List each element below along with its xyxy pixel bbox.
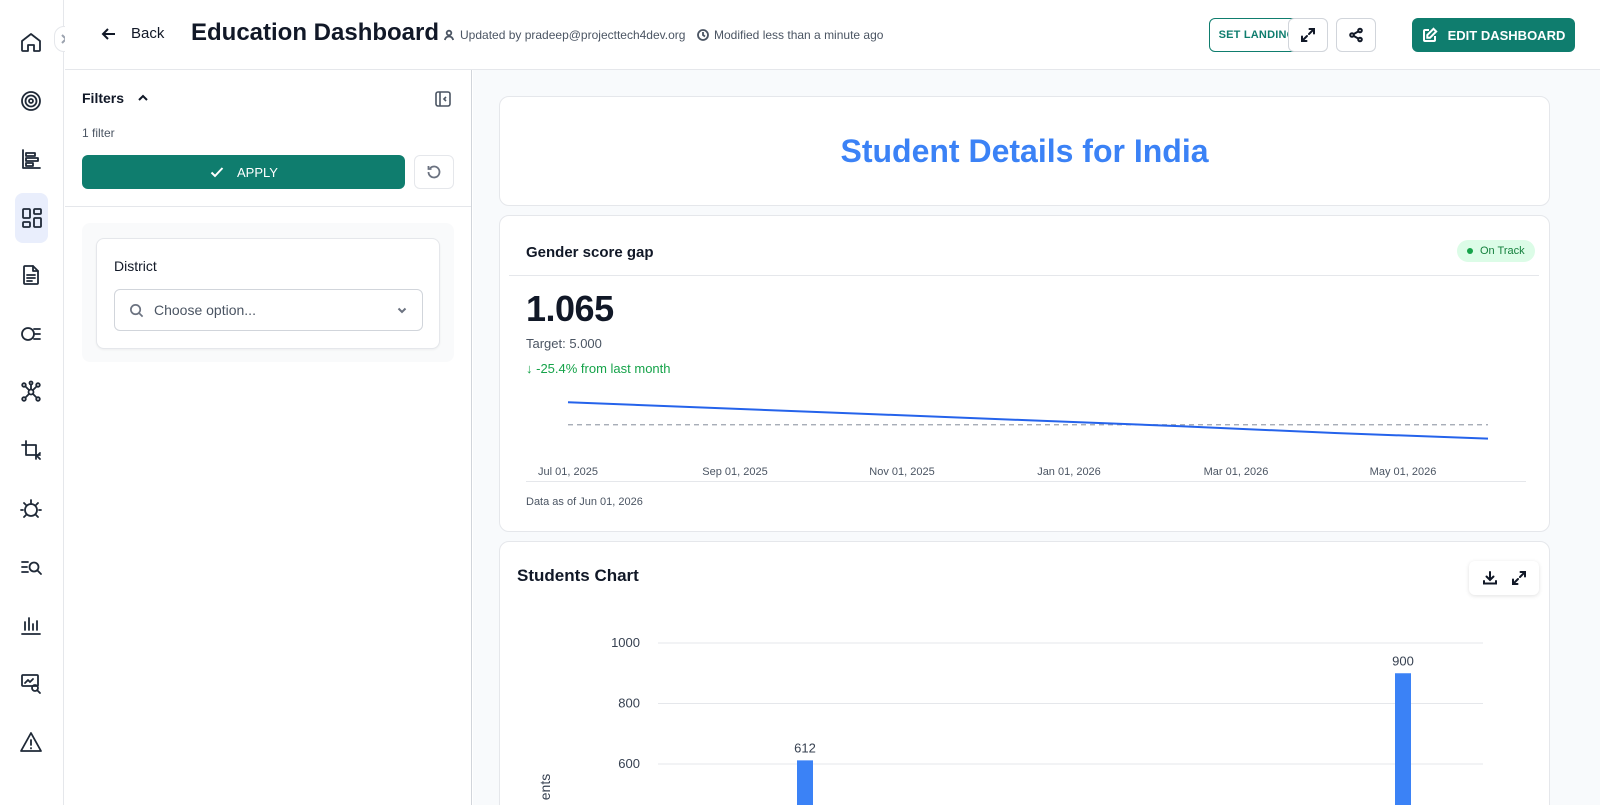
- search-icon: [130, 303, 144, 317]
- kpi-change: ↓ -25.4% from last month: [526, 361, 671, 376]
- hero-title: Student Details for India: [840, 132, 1209, 169]
- home-icon[interactable]: [15, 26, 47, 58]
- y-axis-label: ents: [537, 774, 553, 800]
- panel-collapse-icon: [435, 91, 451, 107]
- bar: [797, 760, 813, 805]
- chevron-up-icon: [138, 94, 148, 101]
- clock-icon: [697, 29, 709, 41]
- kpi-target: Target: 5.000: [526, 336, 602, 351]
- reset-filters-button[interactable]: [414, 155, 454, 189]
- x-tick-label: Mar 01, 2026: [1204, 466, 1269, 478]
- chart-list-icon[interactable]: [15, 143, 47, 175]
- bug-icon[interactable]: [15, 493, 47, 525]
- divider: [509, 275, 1539, 276]
- divider: [526, 481, 1526, 482]
- expand-icon[interactable]: [1511, 570, 1527, 586]
- warning-icon[interactable]: [15, 726, 47, 758]
- share-button[interactable]: [1336, 18, 1376, 52]
- check-icon: [210, 167, 224, 178]
- kpi-data-as-of: Data as of Jun 01, 2026: [526, 496, 643, 508]
- filter-count: 1 filter: [82, 126, 115, 140]
- status-label: On Track: [1480, 245, 1525, 257]
- bar-data-label: 900: [1392, 653, 1414, 668]
- kpi-title: Gender score gap: [526, 244, 654, 261]
- students-chart-card: Students Chart 1000 800 600 ents 612 900: [499, 541, 1550, 805]
- heading-card: Student Details for India: [499, 96, 1550, 206]
- district-select[interactable]: Choose option...: [114, 289, 423, 331]
- filters-panel: Filters 1 filter APPLY District Choose o…: [65, 70, 472, 805]
- x-tick-label: Sep 01, 2025: [702, 466, 767, 478]
- x-tick-label: May 01, 2026: [1370, 466, 1437, 478]
- pipeline-icon[interactable]: [15, 318, 47, 350]
- kpi-value: 1.065: [526, 288, 614, 329]
- download-icon[interactable]: [1482, 570, 1498, 586]
- document-icon[interactable]: [15, 259, 47, 291]
- reset-icon: [427, 165, 441, 179]
- back-button[interactable]: Back: [101, 25, 164, 42]
- edit-icon: [1422, 27, 1438, 42]
- divider: [65, 206, 471, 207]
- bar-chart-icon[interactable]: [15, 609, 47, 641]
- y-tick-label: 600: [618, 756, 640, 771]
- search-list-icon[interactable]: [15, 551, 47, 583]
- edit-dashboard-button[interactable]: EDIT DASHBOARD: [1412, 18, 1575, 52]
- user-icon: [443, 29, 455, 41]
- kpi-trend-chart: Jul 01, 2025 Sep 01, 2025 Nov 01, 2025 Jan …: [538, 401, 1489, 478]
- x-tick-label: Jul 01, 2025: [538, 466, 598, 478]
- collapse-panel-button[interactable]: [434, 90, 452, 108]
- transform-icon[interactable]: [15, 434, 47, 466]
- edit-dashboard-label: EDIT DASHBOARD: [1447, 27, 1566, 43]
- chart-toolbar: [1469, 561, 1539, 595]
- status-dot: [1467, 248, 1473, 254]
- bar-data-label: 612: [794, 740, 816, 755]
- dashboard-icon[interactable]: [15, 193, 48, 243]
- bar: [1395, 673, 1411, 805]
- app: Back Education Dashboard Updated by prad…: [0, 0, 1600, 805]
- status-badge: On Track: [1457, 240, 1535, 262]
- chevron-down-icon: [397, 307, 407, 314]
- x-tick-label: Nov 01, 2025: [869, 466, 934, 478]
- students-chart-title: Students Chart: [517, 566, 639, 585]
- y-tick-label: 1000: [611, 635, 640, 650]
- updated-by-text: Updated by pradeep@projecttech4dev.org: [460, 28, 686, 42]
- kpi-card: Gender score gap On Track 1.065 Target: …: [499, 215, 1550, 532]
- share-icon: [1349, 27, 1363, 43]
- students-bar-chart: 1000 800 600 ents 612 900: [537, 635, 1483, 805]
- fullscreen-button[interactable]: [1288, 18, 1328, 52]
- district-placeholder: Choose option...: [154, 302, 256, 318]
- target-icon[interactable]: [15, 85, 47, 117]
- dashboard-header: Back Education Dashboard Updated by prad…: [65, 0, 1600, 70]
- x-tick-label: Jan 01, 2026: [1037, 466, 1101, 478]
- y-tick-label: 800: [618, 696, 640, 711]
- network-icon[interactable]: [15, 376, 47, 408]
- monitor-search-icon[interactable]: [15, 667, 47, 699]
- district-filter-card: District Choose option...: [96, 238, 440, 349]
- filters-heading: Filters: [82, 90, 125, 106]
- filter-list: District Choose option...: [82, 223, 454, 362]
- arrow-left-icon: [101, 27, 115, 40]
- modified-text: Modified less than a minute ago: [714, 28, 884, 42]
- back-label: Back: [131, 25, 165, 42]
- apply-button[interactable]: APPLY: [82, 155, 405, 189]
- page-title: Education Dashboard: [191, 19, 440, 46]
- district-label: District: [114, 258, 157, 274]
- apply-label: APPLY: [237, 164, 278, 180]
- trend-line: [567, 401, 1489, 440]
- left-nav-rail: [0, 0, 74, 805]
- modified-meta: Modified less than a minute ago: [697, 28, 883, 42]
- expand-icon: [1301, 28, 1315, 42]
- dashboard-canvas: Student Details for India Gender score g…: [473, 70, 1600, 805]
- updated-by-meta: Updated by pradeep@projecttech4dev.org: [443, 28, 685, 42]
- filters-toggle[interactable]: Filters: [82, 90, 150, 106]
